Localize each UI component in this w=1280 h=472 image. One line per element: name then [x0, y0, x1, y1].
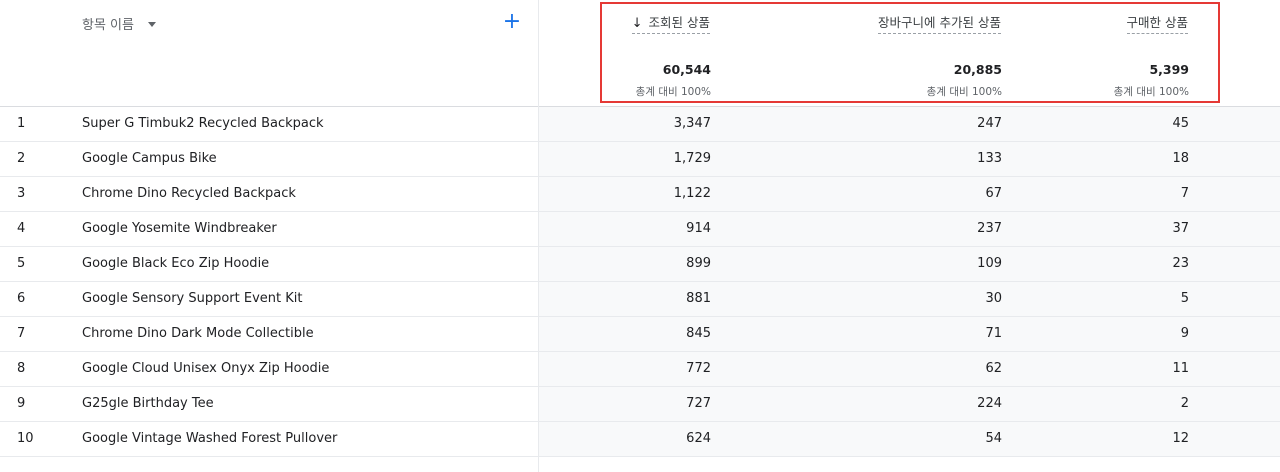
- item-name[interactable]: Google Yosemite Windbreaker: [82, 221, 277, 236]
- viewed-value: 3,347: [673, 116, 711, 131]
- table-row: 2 Google Campus Bike 1,729 133 18: [0, 142, 1280, 177]
- purchased-value: 11: [1172, 361, 1189, 376]
- viewed-value: 1,122: [673, 186, 711, 201]
- added-to-cart-value: 67: [985, 186, 1002, 201]
- row-index: 4: [17, 221, 26, 236]
- row-index: 7: [17, 326, 26, 341]
- added-to-cart-value: 30: [985, 291, 1002, 306]
- table-row: 7 Chrome Dino Dark Mode Collectible 845 71 9: [0, 317, 1280, 352]
- viewed-value: 624: [686, 431, 711, 446]
- item-name[interactable]: Google Sensory Support Event Kit: [82, 291, 303, 306]
- table-row: 6 Google Sensory Support Event Kit 881 30 5: [0, 282, 1280, 317]
- item-name[interactable]: Google Cloud Unisex Onyx Zip Hoodie: [82, 361, 329, 376]
- purchased-value: 9: [1180, 326, 1189, 341]
- table-row: 8 Google Cloud Unisex Onyx Zip Hoodie 772 6…: [0, 352, 1280, 387]
- item-name[interactable]: G25gle Birthday Tee: [82, 396, 214, 411]
- item-name[interactable]: Google Campus Bike: [82, 151, 217, 166]
- table-row: 1 Super G Timbuk2 Recycled Backpack 3,347 2…: [0, 107, 1280, 142]
- purchased-value: 12: [1172, 431, 1189, 446]
- dimension-label: 항목 이름: [82, 18, 134, 33]
- item-name[interactable]: Google Black Eco Zip Hoodie: [82, 256, 269, 271]
- table-row: 5 Google Black Eco Zip Hoodie 899 109 23: [0, 247, 1280, 282]
- purchased-value: 18: [1172, 151, 1189, 166]
- viewed-value: 727: [686, 396, 711, 411]
- dimension-dropdown[interactable]: 항목 이름: [82, 14, 156, 33]
- item-name[interactable]: Chrome Dino Dark Mode Collectible: [82, 326, 314, 341]
- viewed-value: 899: [686, 256, 711, 271]
- purchased-value: 37: [1172, 221, 1189, 236]
- viewed-value: 881: [686, 291, 711, 306]
- viewed-value: 845: [686, 326, 711, 341]
- viewed-value: 914: [686, 221, 711, 236]
- row-index: 8: [17, 361, 26, 376]
- table-row: 3 Chrome Dino Recycled Backpack 1,122 67 7: [0, 177, 1280, 212]
- table-row: 9 G25gle Birthday Tee 727 224 2: [0, 387, 1280, 422]
- added-to-cart-value: 62: [985, 361, 1002, 376]
- highlight-box: [600, 2, 1220, 103]
- row-index: 1: [17, 116, 26, 131]
- row-index: 3: [17, 186, 26, 201]
- table-row: 10 Google Vintage Washed Forest Pullover 6…: [0, 422, 1280, 457]
- purchased-value: 5: [1180, 291, 1189, 306]
- added-to-cart-value: 237: [977, 221, 1002, 236]
- table-row: 4 Google Yosemite Windbreaker 914 237 37: [0, 212, 1280, 247]
- viewed-value: 1,729: [673, 151, 711, 166]
- purchased-value: 45: [1172, 116, 1189, 131]
- item-name[interactable]: Google Vintage Washed Forest Pullover: [82, 431, 337, 446]
- added-to-cart-value: 71: [985, 326, 1002, 341]
- purchased-value: 7: [1180, 186, 1189, 201]
- row-index: 9: [17, 396, 26, 411]
- purchased-value: 23: [1172, 256, 1189, 271]
- added-to-cart-value: 133: [977, 151, 1002, 166]
- added-to-cart-value: 54: [985, 431, 1002, 446]
- purchased-value: 2: [1180, 396, 1189, 411]
- table-header: 항목 이름 + ↓ 조회된 상품 60,544 총계 대비 100% 장바구니에 …: [0, 0, 1280, 106]
- added-to-cart-value: 109: [977, 256, 1002, 271]
- column-divider: [538, 0, 539, 472]
- viewed-value: 772: [686, 361, 711, 376]
- row-index: 10: [17, 431, 34, 446]
- caret-down-icon: [147, 21, 156, 27]
- row-index: 2: [17, 151, 26, 166]
- added-to-cart-value: 247: [977, 116, 1002, 131]
- row-index: 6: [17, 291, 26, 306]
- added-to-cart-value: 224: [977, 396, 1002, 411]
- item-name[interactable]: Super G Timbuk2 Recycled Backpack: [82, 116, 324, 131]
- item-name[interactable]: Chrome Dino Recycled Backpack: [82, 186, 296, 201]
- add-dimension-icon[interactable]: +: [502, 9, 522, 35]
- row-index: 5: [17, 256, 26, 271]
- table-body: 1 Super G Timbuk2 Recycled Backpack 3,347 2…: [0, 107, 1280, 457]
